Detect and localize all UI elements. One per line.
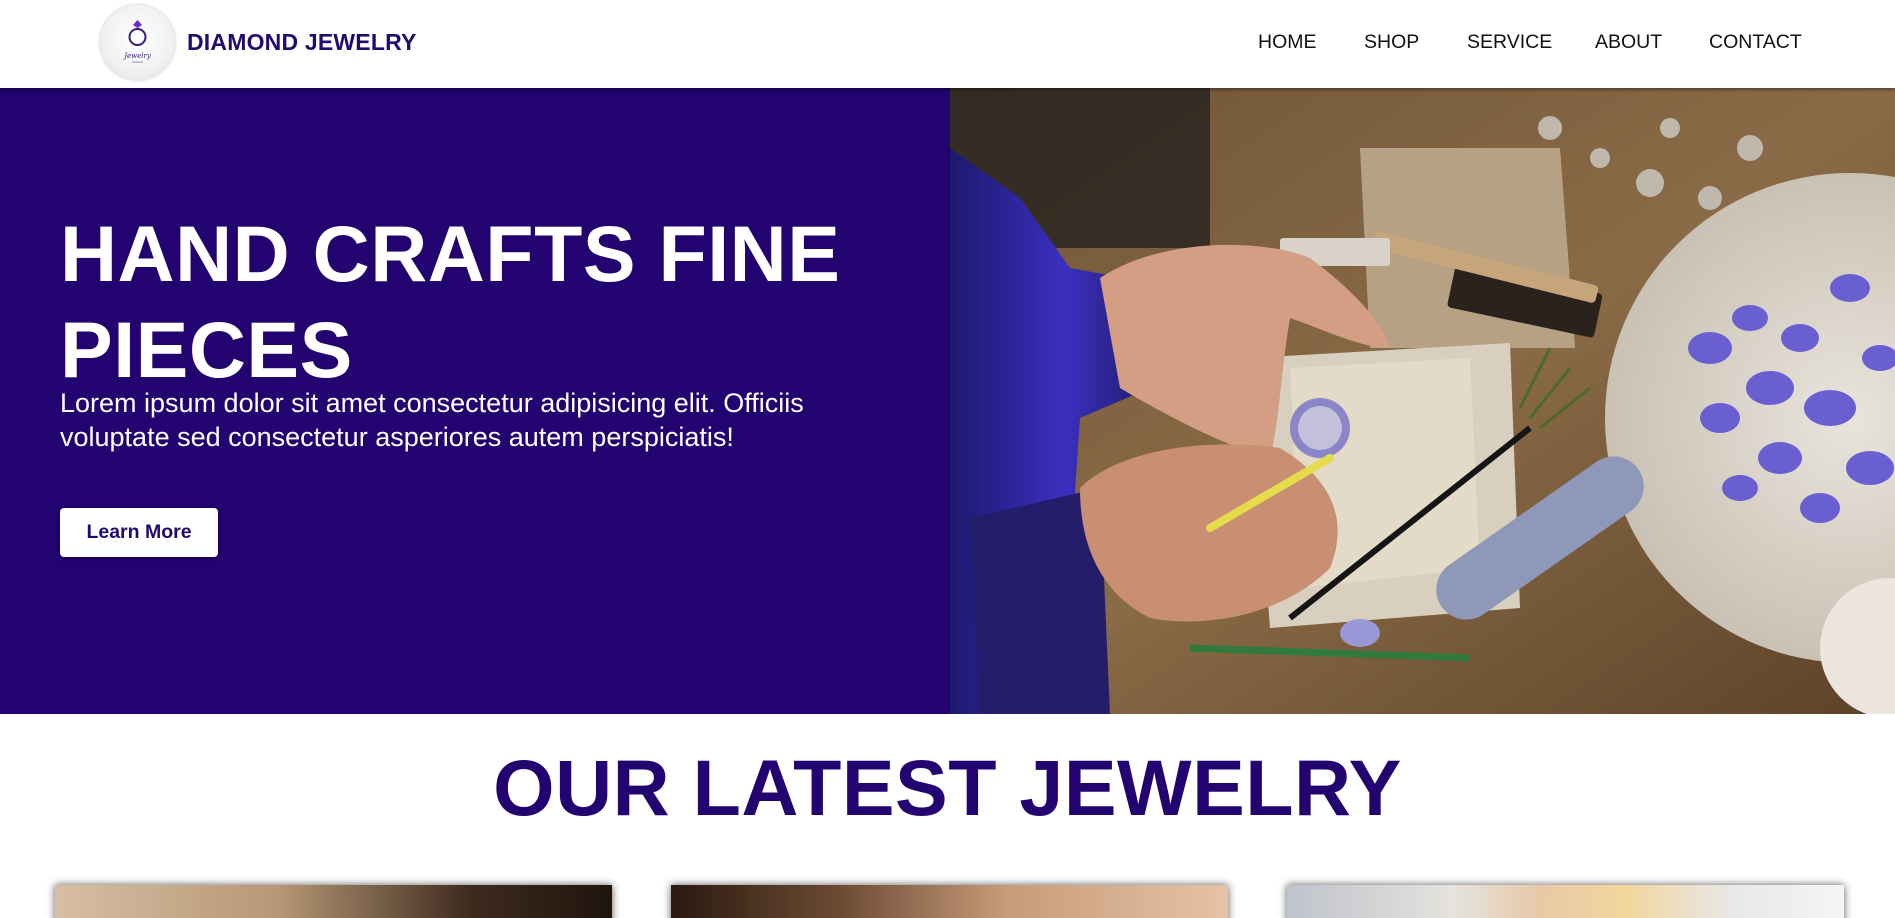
main-nav: HOME SHOP SERVICE ABOUT CONTACT (0, 31, 1895, 57)
latest-section-title: OUR LATEST JEWELRY (493, 743, 1402, 832)
nav-about[interactable]: ABOUT (1595, 31, 1662, 54)
nav-shop[interactable]: SHOP (1364, 31, 1419, 54)
nav-service[interactable]: SERVICE (1467, 31, 1552, 54)
jewelry-card-1[interactable] (55, 885, 612, 918)
nav-contact[interactable]: CONTACT (1709, 31, 1802, 54)
jewelry-card-3[interactable] (1287, 885, 1844, 918)
jewelry-card-2[interactable] (671, 885, 1228, 918)
hero-description: Lorem ipsum dolor sit amet consectetur a… (60, 388, 804, 452)
hero-image (950, 88, 1895, 714)
hero-panel: HAND CRAFTS FINE PIECES Lorem ipsum dolo… (0, 88, 950, 714)
site-header: Jewelry DIAMOND JEWELRY HOME SHOP SERVIC… (0, 0, 1895, 88)
nav-home[interactable]: HOME (1258, 31, 1317, 54)
jewelry-workshop-photo-icon (950, 88, 1895, 714)
learn-more-button[interactable]: Learn More (60, 508, 218, 557)
hero-title: HAND CRAFTS FINE PIECES (60, 209, 841, 394)
